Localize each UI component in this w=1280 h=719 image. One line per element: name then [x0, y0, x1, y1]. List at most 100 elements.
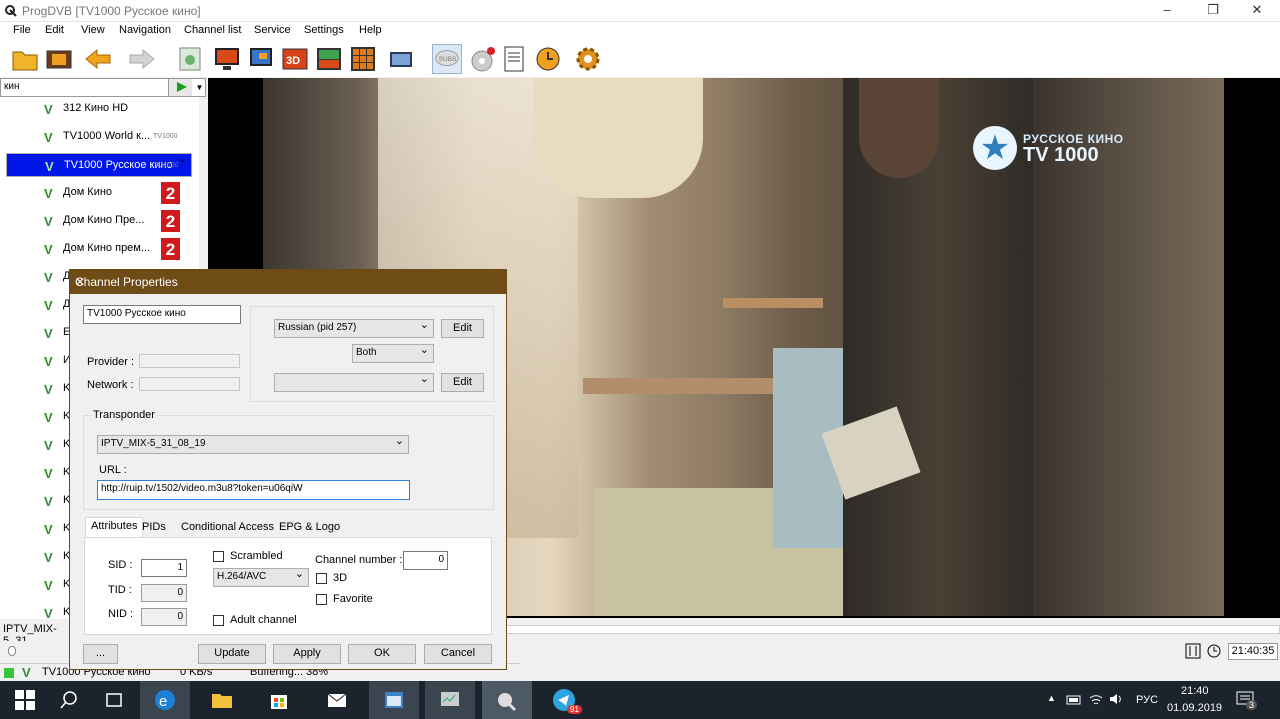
channel-name-input[interactable]: TV1000 Русское кино: [83, 305, 241, 324]
monitor-icon[interactable]: [212, 44, 242, 74]
playback-time: 21:40:35: [1228, 643, 1278, 660]
timer-icon[interactable]: [1206, 643, 1222, 659]
menu-help[interactable]: Help: [359, 24, 382, 36]
url-input[interactable]: http://ruip.tv/1502/video.m3u8?token=u06…: [97, 480, 410, 500]
channel-name: 312 Кино HD: [63, 102, 129, 114]
telegram-app[interactable]: 91: [539, 681, 589, 719]
svg-text:e: e: [159, 693, 167, 710]
grid-icon[interactable]: [348, 44, 378, 74]
app-window-1[interactable]: [369, 681, 419, 719]
equalizer-icon[interactable]: [1185, 643, 1201, 659]
mail-app[interactable]: [312, 681, 362, 719]
adult-checkbox[interactable]: [213, 615, 224, 626]
volume-icon[interactable]: [1108, 692, 1124, 706]
search-dropdown-icon[interactable]: ▼: [193, 79, 206, 96]
lampshade: [533, 78, 703, 198]
record-disc-icon[interactable]: [467, 44, 497, 74]
picture-icon[interactable]: [314, 44, 344, 74]
volume-knob[interactable]: [8, 646, 16, 656]
provider-field[interactable]: [139, 354, 240, 368]
audio-track-select[interactable]: Russian (pid 257): [274, 318, 434, 338]
channel-type-icon: V: [44, 130, 53, 145]
channel-list-item[interactable]: V 312 Кино HD: [6, 97, 192, 121]
transponder-group-label: Transponder: [91, 409, 157, 421]
task-view-button[interactable]: [89, 681, 139, 719]
cancel-button[interactable]: Cancel: [424, 644, 492, 664]
channel-list-item[interactable]: V TV1000 World к... TV1000: [6, 125, 192, 149]
search-button[interactable]: [44, 681, 94, 719]
restore-button[interactable]: ❐: [1190, 0, 1236, 22]
audio-edit-button[interactable]: Edit: [441, 319, 484, 338]
gear-icon[interactable]: [573, 44, 603, 74]
back-arrow-icon[interactable]: [83, 44, 113, 74]
film-icon[interactable]: [44, 44, 74, 74]
battery-icon[interactable]: [1066, 694, 1082, 706]
tid-input[interactable]: 0: [141, 584, 187, 602]
start-button[interactable]: [0, 681, 50, 719]
network-field[interactable]: [139, 377, 240, 391]
channel-number-input[interactable]: 0: [403, 551, 448, 570]
3d-checkbox[interactable]: [316, 573, 327, 584]
dialog-close-icon[interactable]: ✕: [75, 275, 500, 289]
ok-button[interactable]: OK: [348, 644, 416, 664]
menu-channel-list[interactable]: Channel list: [184, 24, 241, 36]
channel-list-item[interactable]: V Дом Кино прем... 2: [6, 237, 192, 261]
open-folder-icon[interactable]: [10, 44, 40, 74]
channel-list-item[interactable]: V Дом Кино 2: [6, 181, 192, 205]
channel-type-icon: V: [44, 214, 53, 229]
menu-navigation[interactable]: Navigation: [119, 24, 171, 36]
explorer-app[interactable]: [197, 681, 247, 719]
menu-view[interactable]: View: [81, 24, 105, 36]
screen-icon[interactable]: [387, 44, 417, 74]
subtitle-edit-button[interactable]: Edit: [441, 373, 484, 392]
clock-icon[interactable]: [533, 44, 563, 74]
satellite-icon: [498, 693, 517, 712]
schedule-icon[interactable]: [175, 44, 205, 74]
sid-input[interactable]: 1: [141, 559, 187, 577]
subs-icon[interactable]: SUBS: [432, 44, 462, 74]
dialog-header: Channel Properties ✕: [70, 270, 506, 294]
tab-epg-logo[interactable]: EPG & Logo: [274, 519, 345, 537]
tab-pids[interactable]: PIDs: [137, 519, 171, 537]
more-button[interactable]: ...: [83, 644, 118, 664]
subtitle-select[interactable]: [274, 372, 434, 392]
tab-conditional-access[interactable]: Conditional Access: [176, 519, 279, 537]
apply-button[interactable]: Apply: [273, 644, 341, 664]
channel-list-item[interactable]: V TV1000 Русское кино TV1000: [6, 152, 192, 177]
search-go-button[interactable]: [168, 79, 192, 96]
tray-date[interactable]: 01.09.2019: [1167, 702, 1222, 714]
menu-service[interactable]: Service: [254, 24, 291, 36]
nid-label: NID :: [108, 608, 134, 620]
3d-icon[interactable]: 3D: [280, 44, 310, 74]
forward-arrow-icon[interactable]: [127, 44, 157, 74]
channel-list-item[interactable]: V Дом Кино Пре... 2: [6, 209, 192, 233]
wifi-icon[interactable]: [1088, 692, 1104, 706]
codec-select[interactable]: H.264/AVC: [213, 567, 309, 587]
audio-mode-select[interactable]: Both: [352, 343, 434, 363]
language-indicator[interactable]: РУС: [1136, 694, 1158, 706]
progdvb-app[interactable]: [482, 681, 532, 719]
minimize-button[interactable]: –: [1144, 0, 1190, 22]
title-bar: ProgDVB [TV1000 Русское кино] – ❐ ✕: [0, 0, 1280, 22]
app-satellite-icon: [5, 5, 17, 17]
channel-search-input[interactable]: кин: [4, 81, 19, 92]
app-window-2[interactable]: [425, 681, 475, 719]
scrambled-checkbox[interactable]: [213, 551, 224, 562]
tray-overflow-icon[interactable]: ▲: [1047, 693, 1056, 703]
monitor-small-icon[interactable]: [246, 44, 276, 74]
update-button[interactable]: Update: [198, 644, 266, 664]
desk: [583, 378, 773, 394]
store-app[interactable]: [254, 681, 304, 719]
tray-time[interactable]: 21:40: [1181, 685, 1209, 697]
menu-file[interactable]: File: [13, 24, 31, 36]
transponder-select[interactable]: IPTV_MIX-5_31_08_19: [97, 434, 409, 454]
edge-app[interactable]: e: [140, 681, 190, 719]
tab-attributes[interactable]: Attributes: [85, 517, 144, 538]
menu-edit[interactable]: Edit: [45, 24, 64, 36]
menu-settings[interactable]: Settings: [304, 24, 344, 36]
notes-icon[interactable]: [499, 44, 529, 74]
close-button[interactable]: ✕: [1234, 0, 1280, 22]
nid-input[interactable]: 0: [141, 608, 187, 626]
signal-indicator: [4, 668, 14, 678]
favorite-checkbox[interactable]: [316, 594, 327, 605]
